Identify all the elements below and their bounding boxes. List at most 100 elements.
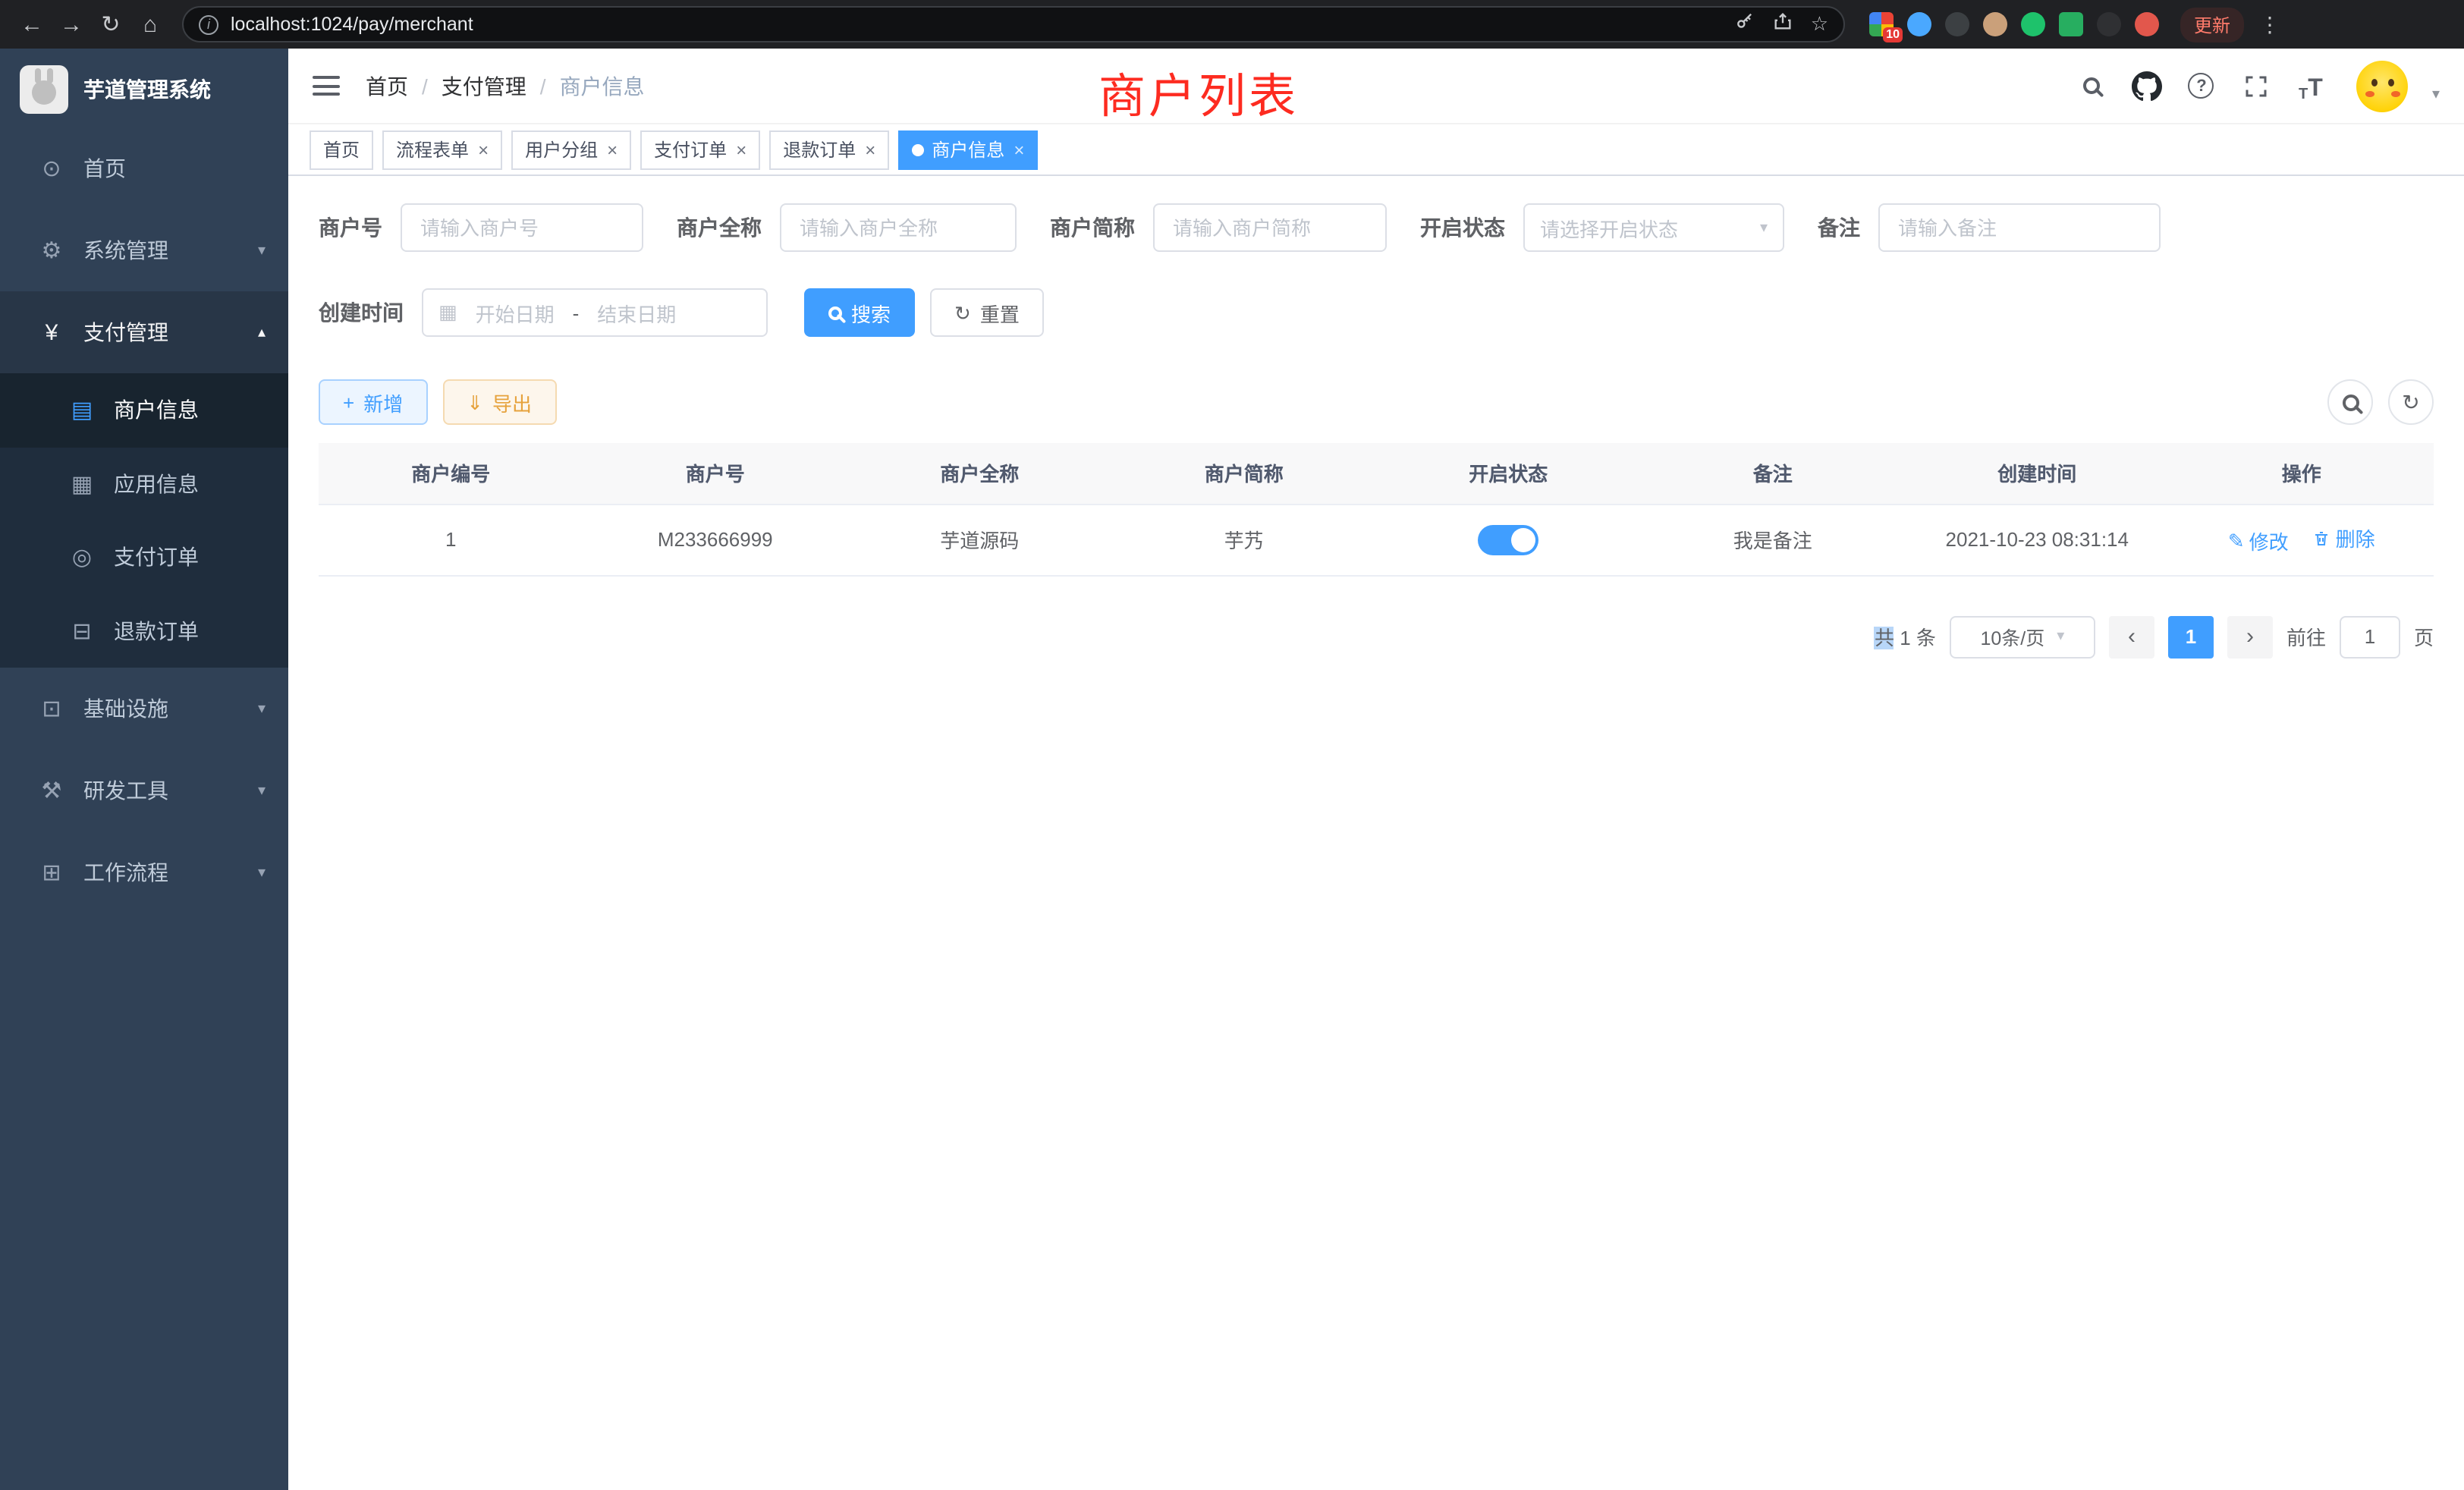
grid-icon: ▦ (64, 470, 100, 498)
chevron-down-icon: ▾ (258, 782, 266, 799)
search-button[interactable]: 搜索 (804, 288, 915, 337)
merchant-no-input[interactable] (401, 203, 643, 252)
home-icon[interactable]: ⌂ (134, 8, 167, 41)
user-avatar[interactable] (2356, 60, 2408, 112)
col-status: 开启状态 (1376, 443, 1641, 504)
refresh-icon: ↻ (954, 303, 971, 322)
extension-icon[interactable] (2097, 12, 2121, 36)
tab-merchant-info[interactable]: 商户信息 × (898, 130, 1038, 169)
sidebar: 芋道管理系统 ⊙ 首页 ⚙ 系统管理 ▾ ¥ 支付管理 ▴ ▤ 商户信息 (0, 49, 288, 1490)
short-name-input[interactable] (1153, 203, 1387, 252)
breadcrumb-home[interactable]: 首页 (366, 71, 408, 101)
next-page-button[interactable]: › (2227, 615, 2273, 658)
full-name-input[interactable] (780, 203, 1017, 252)
end-date-placeholder: 结束日期 (588, 298, 685, 327)
reset-button[interactable]: ↻ 重置 (930, 288, 1044, 337)
url-text[interactable]: localhost:1024/pay/merchant (231, 14, 1723, 35)
sidebar-item-system[interactable]: ⚙ 系统管理 ▾ (0, 209, 288, 291)
tab-refund-order[interactable]: 退款订单 × (769, 130, 889, 169)
col-merchant-no: 商户号 (583, 443, 848, 504)
chevron-down-icon: ▾ (1760, 219, 1768, 236)
remark-input[interactable] (1878, 203, 2161, 252)
browser-toolbar: ← → ↻ ⌂ i localhost:1024/pay/merchant ☆ (0, 0, 2464, 49)
avatar-caret-icon[interactable]: ▾ (2432, 86, 2440, 112)
breadcrumb-separator: / (540, 74, 546, 98)
page-size-select[interactable]: 10条/页 ▾ (1950, 615, 2095, 658)
close-icon[interactable]: × (1014, 140, 1024, 159)
prev-page-button[interactable]: ‹ (2109, 615, 2154, 658)
col-full-name: 商户全称 (847, 443, 1112, 504)
logo-image (20, 65, 68, 114)
tab-process-form[interactable]: 流程表单 × (382, 130, 502, 169)
dashboard-icon: ⊙ (33, 155, 70, 182)
close-icon[interactable]: × (607, 140, 618, 159)
extension-badge: 10 (1883, 27, 1903, 42)
extension-icon[interactable] (2059, 12, 2083, 36)
col-actions: 操作 (2170, 443, 2434, 504)
add-button[interactable]: + 新增 (319, 379, 427, 425)
sidebar-item-label: 基础设施 (83, 693, 168, 724)
edit-link[interactable]: ✎ 修改 (2228, 527, 2289, 555)
extension-icon[interactable] (2021, 12, 2045, 36)
edit-icon: ✎ (2228, 529, 2245, 553)
browser-menu-icon[interactable]: ⋮ (2259, 11, 2280, 37)
extension-icon[interactable] (1907, 12, 1931, 36)
bookmark-star-icon[interactable]: ☆ (1811, 12, 1828, 36)
refresh-table-button[interactable]: ↻ (2388, 379, 2434, 425)
search-icon[interactable] (2076, 69, 2109, 102)
sidebar-item-app-info[interactable]: ▦ 应用信息 (0, 447, 288, 520)
sidebar-item-merchant-info[interactable]: ▤ 商户信息 (0, 373, 288, 447)
export-button[interactable]: ⇓ 导出 (442, 379, 556, 425)
status-toggle[interactable] (1478, 524, 1538, 555)
close-icon[interactable]: × (478, 140, 489, 159)
sidebar-item-payment[interactable]: ¥ 支付管理 ▴ (0, 291, 288, 373)
delete-link[interactable]: 删除 (2313, 523, 2375, 552)
hide-search-button[interactable] (2327, 379, 2373, 425)
tab-pay-order[interactable]: 支付订单 × (640, 130, 760, 169)
reload-icon[interactable]: ↻ (94, 8, 127, 41)
extension-icon[interactable] (1983, 12, 2007, 36)
status-select[interactable]: 请选择开启状态 ▾ (1523, 203, 1784, 252)
sidebar-item-dev-tools[interactable]: ⚒ 研发工具 ▾ (0, 750, 288, 831)
font-size-icon[interactable]: TT (2294, 69, 2327, 102)
close-icon[interactable]: × (736, 140, 746, 159)
close-icon[interactable]: × (865, 140, 875, 159)
profile-avatar-icon[interactable] (2135, 12, 2159, 36)
cell-status (1376, 504, 1641, 575)
create-time-range-picker[interactable]: ▦ 开始日期 - 结束日期 (422, 288, 768, 337)
annotation-merchant-list: 商户列表 (1098, 58, 1299, 126)
page-1-button[interactable]: 1 (2168, 615, 2214, 658)
github-icon[interactable] (2130, 69, 2164, 102)
cell-actions: ✎ 修改 删除 (2170, 504, 2434, 575)
back-icon[interactable]: ← (15, 8, 49, 41)
filter-label-create-time: 创建时间 (319, 297, 404, 328)
sidebar-item-refund-order[interactable]: ⊟ 退款订单 (0, 594, 288, 668)
sidebar-item-label: 研发工具 (83, 775, 168, 806)
address-bar[interactable]: i localhost:1024/pay/merchant ☆ (182, 6, 1845, 42)
extension-icon[interactable] (1945, 12, 1969, 36)
action-row: + 新增 ⇓ 导出 ↻ (319, 379, 2434, 425)
forward-icon[interactable]: → (55, 8, 88, 41)
chevron-down-icon: ▾ (258, 242, 266, 259)
sidebar-item-pay-order[interactable]: ◎ 支付订单 (0, 520, 288, 594)
sidebar-toggle-icon[interactable] (313, 76, 340, 96)
sidebar-item-workflow[interactable]: ⊞ 工作流程 ▾ (0, 831, 288, 913)
col-remark: 备注 (1641, 443, 1906, 504)
calendar-icon: ▦ (438, 300, 457, 325)
monitor-icon: ⊡ (33, 695, 70, 722)
help-icon[interactable]: ? (2185, 69, 2218, 102)
browser-update-button[interactable]: 更新 (2180, 7, 2244, 42)
share-icon[interactable] (1773, 10, 1794, 39)
tab-home[interactable]: 首页 (310, 130, 373, 169)
goto-page-input[interactable] (2340, 615, 2400, 658)
breadcrumb-payment[interactable]: 支付管理 (442, 71, 526, 101)
extension-icon[interactable]: 10 (1869, 12, 1894, 36)
site-info-icon[interactable]: i (199, 14, 218, 34)
sidebar-item-infrastructure[interactable]: ⊡ 基础设施 ▾ (0, 668, 288, 750)
password-key-icon[interactable] (1735, 10, 1756, 39)
fullscreen-icon[interactable] (2239, 69, 2273, 102)
tab-user-group[interactable]: 用户分组 × (511, 130, 631, 169)
sidebar-item-label: 工作流程 (83, 857, 168, 888)
sidebar-logo[interactable]: 芋道管理系统 (0, 52, 288, 127)
sidebar-item-home[interactable]: ⊙ 首页 (0, 127, 288, 209)
